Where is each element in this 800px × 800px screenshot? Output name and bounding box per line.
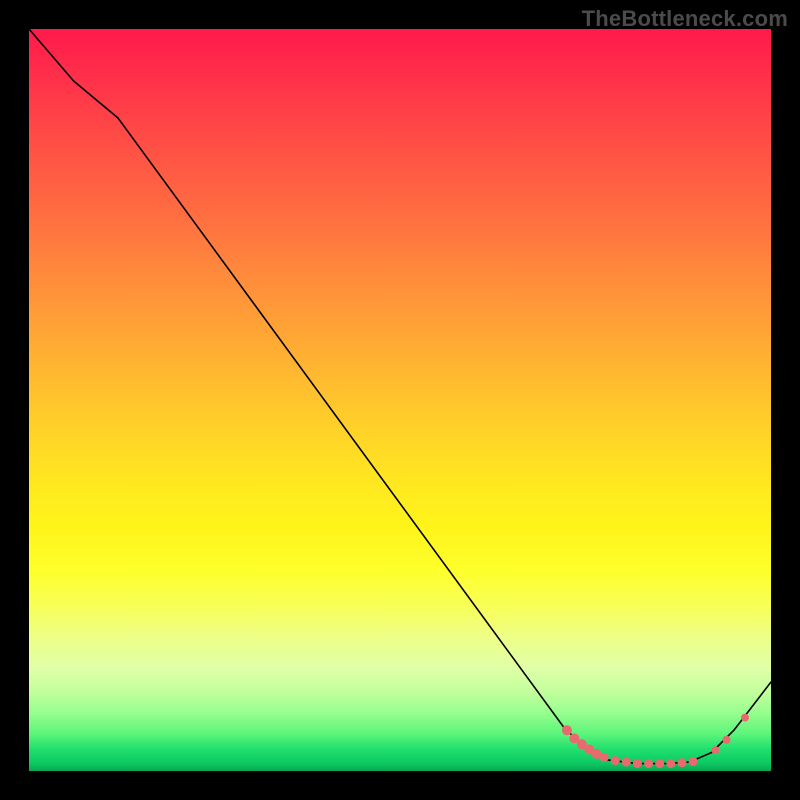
- curve-path: [29, 29, 771, 764]
- data-marker: [711, 746, 719, 754]
- chart-frame: TheBottleneck.com: [0, 0, 800, 800]
- data-marker: [741, 714, 749, 722]
- data-marker: [633, 759, 642, 768]
- plot-area: [29, 29, 771, 771]
- data-marker: [678, 758, 687, 767]
- data-marker: [611, 756, 620, 765]
- marker-layer: [562, 714, 749, 769]
- data-marker: [666, 759, 675, 768]
- data-marker: [622, 758, 631, 767]
- plot-svg: [29, 29, 771, 771]
- data-marker: [644, 759, 653, 768]
- data-marker: [562, 725, 572, 735]
- data-marker: [600, 753, 609, 762]
- data-marker: [655, 759, 664, 768]
- data-marker: [689, 757, 698, 766]
- data-marker: [723, 736, 731, 744]
